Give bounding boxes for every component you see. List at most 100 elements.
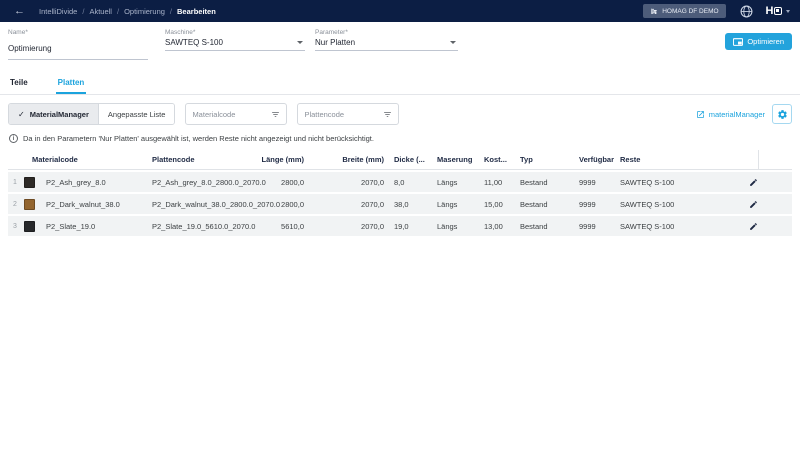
row-index: 3: [8, 223, 24, 230]
table-header: Materialcode Plattencode Länge (mm) Brei…: [8, 150, 792, 170]
external-link-icon: [696, 110, 705, 119]
machine-icon: [733, 38, 743, 46]
custom-list-toggle[interactable]: Angepasste Liste: [98, 104, 175, 124]
settings-button[interactable]: [772, 104, 792, 124]
col-maserung: Maserung: [428, 155, 484, 164]
cell-laenge: 2800,0: [258, 178, 304, 187]
optimize-button-label: Optimieren: [747, 37, 784, 46]
cell-kosten: 11,00: [484, 178, 520, 187]
breadcrumb: IntelliDivide / Aktuell / Optimierung / …: [39, 7, 216, 16]
cell-maserung: Längs: [428, 222, 484, 231]
cell-laenge: 2800,0: [258, 200, 304, 209]
swatch-cell: [24, 177, 46, 188]
table-row[interactable]: 2 P2_Dark_walnut_38.0 P2_Dark_walnut_38.…: [8, 194, 792, 214]
col-laenge: Länge (mm): [258, 155, 304, 164]
col-typ: Typ: [520, 155, 572, 164]
name-input[interactable]: [8, 44, 148, 53]
cell-reste: SAWTEQ S-100: [620, 178, 740, 187]
user-avatar-icon[interactable]: [740, 5, 753, 18]
cell-kosten: 13,00: [484, 222, 520, 231]
logo-letter: H: [766, 5, 773, 17]
material-color-swatch: [24, 199, 35, 210]
materialcode-filter: [185, 103, 287, 125]
breadcrumb-separator: /: [82, 7, 84, 16]
breadcrumb-separator: /: [170, 7, 172, 16]
check-icon: ✓: [18, 110, 25, 119]
cell-materialcode: P2_Ash_grey_8.0: [46, 178, 152, 187]
breadcrumb-optimierung[interactable]: Optimierung: [124, 7, 165, 16]
breadcrumb-intellidivide[interactable]: IntelliDivide: [39, 7, 77, 16]
table-row[interactable]: 1 P2_Ash_grey_8.0 P2_Ash_grey_8.0_2800.0…: [8, 172, 792, 192]
materialcode-filter-input[interactable]: [192, 110, 267, 119]
logo-box-icon: [774, 7, 782, 15]
cell-plattencode: P2_Ash_grey_8.0_2800.0_2070.0: [152, 178, 258, 187]
info-banner: i Da in den Parametern 'Nur Platten' aus…: [0, 134, 800, 143]
cell-verfuegbar: 9999: [572, 178, 620, 187]
row-index: 1: [8, 179, 24, 186]
cell-materialcode: P2_Dark_walnut_38.0: [46, 200, 152, 209]
cell-typ: Bestand: [520, 200, 572, 209]
breadcrumb-bearbeiten: Bearbeiten: [177, 7, 216, 16]
material-color-swatch: [24, 221, 35, 232]
top-navbar: ← IntelliDivide / Aktuell / Optimierung …: [0, 0, 800, 22]
edit-pencil-icon[interactable]: [749, 178, 758, 187]
cell-plattencode: P2_Dark_walnut_38.0_2800.0_2070.0: [152, 200, 258, 209]
tenant-label: HOMAG DF DEMO: [662, 8, 718, 15]
edit-pencil-icon[interactable]: [749, 222, 758, 231]
cell-dicke: 38,0: [384, 200, 428, 209]
cell-typ: Bestand: [520, 222, 572, 231]
machine-selected-value: SAWTEQ S-100: [165, 38, 305, 47]
cell-materialcode: P2_Slate_19.0: [46, 222, 152, 231]
parameter-selected-value: Nur Platten: [315, 38, 458, 47]
tab-teile[interactable]: Teile: [8, 69, 30, 94]
cell-breite: 2070,0: [304, 178, 384, 187]
filter-icon[interactable]: [271, 110, 280, 119]
back-arrow-icon[interactable]: ←: [14, 6, 25, 17]
chevron-down-icon: [786, 10, 790, 13]
cell-reste: SAWTEQ S-100: [620, 222, 740, 231]
col-materialcode: Materialcode: [24, 155, 152, 164]
cell-maserung: Längs: [428, 178, 484, 187]
name-field-label: Name*: [8, 29, 148, 36]
header-divider: [758, 150, 784, 169]
cell-laenge: 5610,0: [258, 222, 304, 231]
optimize-button[interactable]: Optimieren: [725, 33, 792, 50]
filter-icon[interactable]: [383, 110, 392, 119]
swatch-cell: [24, 221, 46, 232]
cell-maserung: Längs: [428, 200, 484, 209]
col-plattencode: Plattencode: [152, 155, 258, 164]
cell-typ: Bestand: [520, 178, 572, 187]
cell-dicke: 8,0: [384, 178, 428, 187]
tenant-button[interactable]: HOMAG DF DEMO: [643, 4, 725, 18]
material-manager-toggle-label: MaterialManager: [30, 110, 89, 119]
platten-table: Materialcode Plattencode Länge (mm) Brei…: [8, 150, 792, 236]
machine-field-label: Maschine*: [165, 29, 305, 36]
tab-bar: Teile Platten: [0, 69, 800, 95]
material-manager-link[interactable]: materialManager: [696, 110, 765, 119]
cell-reste: SAWTEQ S-100: [620, 200, 740, 209]
chevron-down-icon: [297, 41, 303, 44]
cell-verfuegbar: 9999: [572, 200, 620, 209]
material-manager-toggle[interactable]: ✓ MaterialManager: [9, 104, 98, 124]
cell-breite: 2070,0: [304, 200, 384, 209]
plattencode-filter-input[interactable]: [304, 110, 379, 119]
name-field[interactable]: Name*: [8, 29, 148, 60]
parameter-select[interactable]: Parameter* Nur Platten: [315, 29, 458, 51]
gear-icon: [777, 109, 788, 120]
tab-platten[interactable]: Platten: [56, 69, 87, 94]
edit-pencil-icon[interactable]: [749, 200, 758, 209]
col-dicke: Dicke (...: [384, 155, 428, 164]
machine-select[interactable]: Maschine* SAWTEQ S-100: [165, 29, 305, 51]
cell-verfuegbar: 9999: [572, 222, 620, 231]
material-manager-link-label: materialManager: [709, 110, 765, 119]
col-verfuegbar: Verfügbar: [572, 155, 620, 164]
swatch-cell: [24, 199, 46, 210]
col-kosten: Kost...: [484, 155, 520, 164]
source-toggle-group: ✓ MaterialManager Angepasste Liste: [8, 103, 175, 125]
breadcrumb-aktuell[interactable]: Aktuell: [89, 7, 112, 16]
material-color-swatch: [24, 177, 35, 188]
app-switcher-logo[interactable]: H: [766, 5, 790, 17]
table-row[interactable]: 3 P2_Slate_19.0 P2_Slate_19.0_5610.0_207…: [8, 216, 792, 236]
cell-dicke: 19,0: [384, 222, 428, 231]
company-building-icon: [650, 7, 658, 15]
